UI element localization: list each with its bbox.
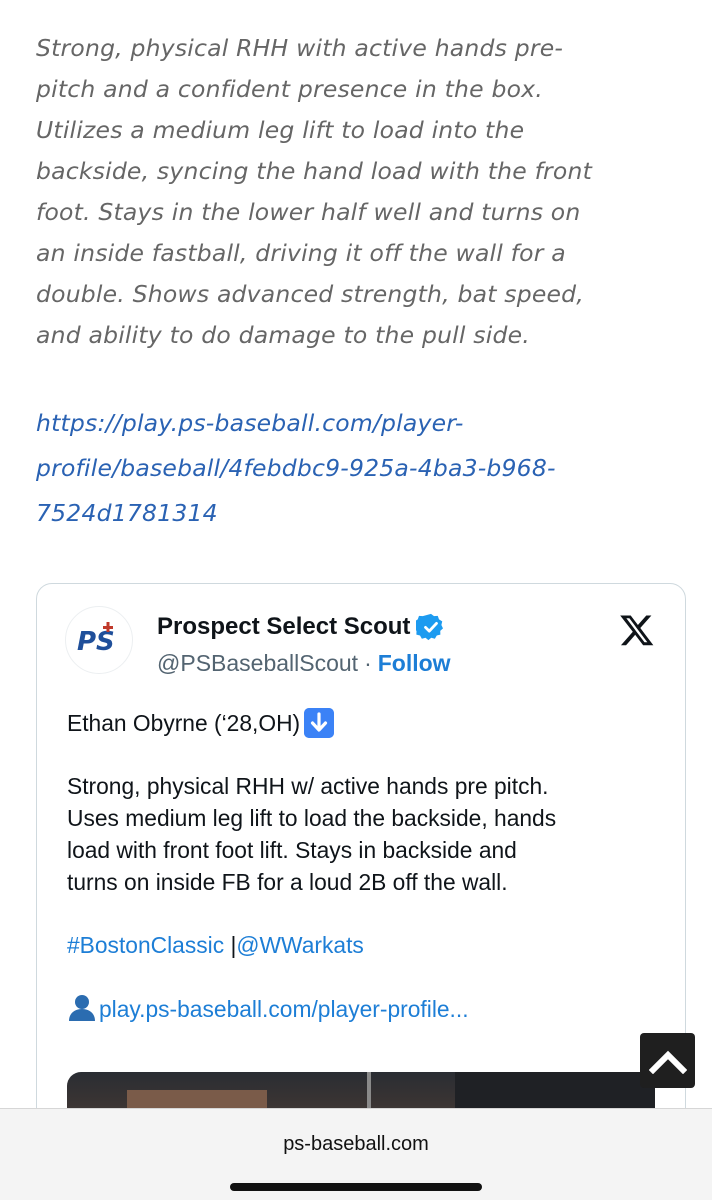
link-line[interactable]: https://play.ps-baseball.com/player- xyxy=(36,401,676,446)
author-handle[interactable]: @PSBaseballScout xyxy=(157,650,358,676)
separator-dot: · xyxy=(364,650,372,676)
article-paragraph: Strong, physical RHH with active hands p… xyxy=(36,28,676,356)
chevron-up-icon xyxy=(648,1050,687,1074)
link-line[interactable]: 7524d1781314 xyxy=(36,491,676,536)
tweet-link-line[interactable]: play.ps-baseball.com/player-profile... xyxy=(67,992,667,1025)
follow-button[interactable]: Follow xyxy=(378,650,451,676)
home-indicator[interactable] xyxy=(230,1183,482,1191)
verified-badge-icon xyxy=(416,613,444,641)
down-arrow-emoji-icon xyxy=(304,708,335,738)
avatar[interactable]: PS xyxy=(65,606,133,674)
article-line: backside, syncing the hand load with the… xyxy=(36,157,592,185)
tweet-body-line: Strong, physical RHH w/ active hands pre… xyxy=(67,773,549,799)
tweet-body-line: Uses medium leg lift to load the backsid… xyxy=(67,805,557,831)
embedded-tweet-card[interactable]: PS Prospect Select Scout @PSBaseballScou… xyxy=(36,583,686,1143)
tweet-body-line: turns on inside FB for a loud 2B off the… xyxy=(67,869,508,895)
article-line: Utilizes a medium leg lift to load into … xyxy=(36,116,525,144)
article-line: Strong, physical RHH with active hands p… xyxy=(36,34,564,62)
tweet-title: Ethan Obyrne (‘28,OH) xyxy=(67,707,667,739)
author-meta: @PSBaseballScout · Follow xyxy=(157,650,451,677)
browser-address-bar[interactable]: ps-baseball.com xyxy=(0,1108,712,1200)
link-line[interactable]: profile/baseball/4febdbc9-925a-4ba3-b968… xyxy=(36,446,676,491)
article-line: and ability to do damage to the pull sid… xyxy=(36,321,530,349)
article-line: an inside fastball, driving it off the w… xyxy=(36,239,566,267)
mention-link[interactable]: @WWarkats xyxy=(236,932,363,958)
hashtag-link[interactable]: #BostonClassic xyxy=(67,932,224,958)
author-name-text[interactable]: Prospect Select Scout xyxy=(157,613,410,641)
author-name[interactable]: Prospect Select Scout xyxy=(157,612,446,642)
person-silhouette-icon xyxy=(69,995,95,1021)
tweet-body-line: load with front foot lift. Stays in back… xyxy=(67,837,517,863)
pipe-separator: | xyxy=(224,932,237,958)
article-line: foot. Stays in the lower half well and t… xyxy=(36,198,581,226)
tags-line: #BostonClassic |@WWarkats xyxy=(67,929,667,961)
tweet-text: Ethan Obyrne (‘28,OH) Strong, physical R… xyxy=(67,707,667,1025)
player-name: Ethan Obyrne (‘28,OH) xyxy=(67,710,301,736)
x-logo-icon[interactable] xyxy=(619,612,655,648)
article-line: pitch and a confident presence in the bo… xyxy=(36,75,543,103)
tweet-profile-link[interactable]: play.ps-baseball.com/player-profile... xyxy=(99,996,469,1022)
player-profile-link[interactable]: https://play.ps-baseball.com/player- pro… xyxy=(36,401,676,536)
ps-logo-icon: PS xyxy=(77,622,115,657)
scroll-to-top-button[interactable] xyxy=(640,1033,695,1088)
url-label[interactable]: ps-baseball.com xyxy=(0,1133,712,1156)
article-line: double. Shows advanced strength, bat spe… xyxy=(36,280,584,308)
